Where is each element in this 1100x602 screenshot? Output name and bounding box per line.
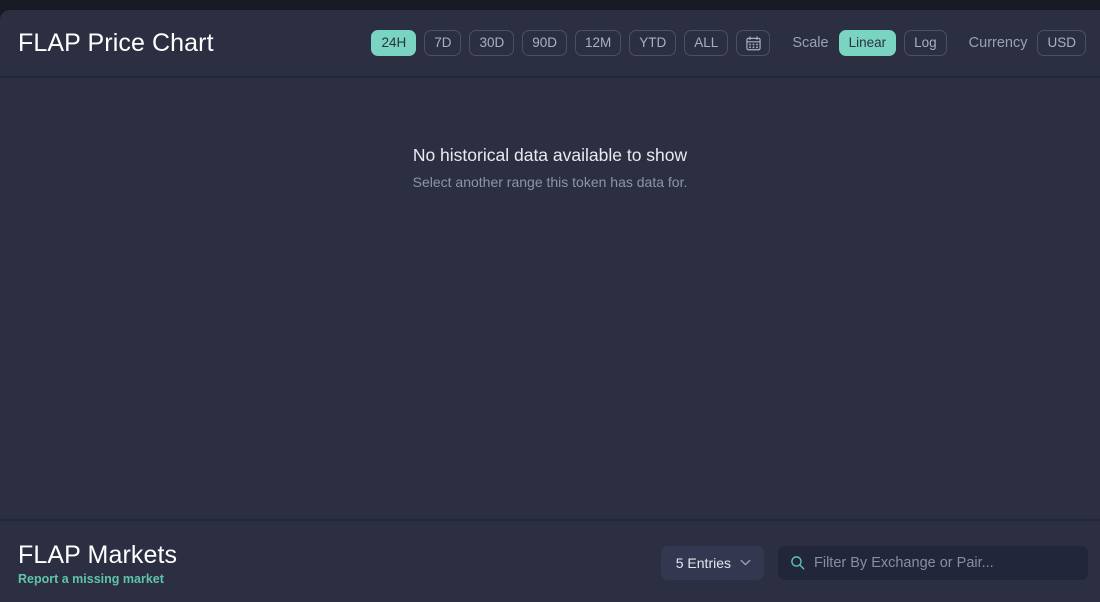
range-button-24h[interactable]: 24H (371, 30, 417, 56)
chart-plot-area: No historical data available to show Sel… (0, 78, 1100, 519)
range-button-90d[interactable]: 90D (522, 30, 568, 56)
scale-label: Scale (792, 35, 829, 51)
range-button-7d[interactable]: 7D (424, 30, 462, 56)
range-selector-group: 24H 7D 30D 90D 12M YTD ALL (371, 30, 771, 56)
currency-button-usd[interactable]: USD (1037, 30, 1086, 56)
range-button-ytd[interactable]: YTD (629, 30, 677, 56)
market-filter-input[interactable] (814, 545, 1076, 580)
range-button-30d[interactable]: 30D (469, 30, 515, 56)
markets-heading-group: FLAP Markets Report a missing market (18, 539, 177, 586)
range-button-12m[interactable]: 12M (575, 30, 622, 56)
empty-state-title: No historical data available to show (412, 145, 688, 165)
entries-select-value: 5 Entries (675, 554, 731, 571)
chevron-down-icon (740, 559, 751, 566)
search-icon (791, 556, 805, 570)
scale-button-linear[interactable]: Linear (838, 30, 897, 56)
market-filter-container (778, 545, 1088, 580)
page-title: FLAP Price Chart (18, 28, 214, 57)
markets-section: FLAP Markets Report a missing market 5 E… (0, 521, 1100, 602)
entries-per-page-select[interactable]: 5 Entries (660, 545, 764, 580)
markets-controls: 5 Entries (660, 545, 1088, 580)
scale-button-log[interactable]: Log (904, 30, 947, 56)
header-controls: 24H 7D 30D 90D 12M YTD ALL Scale Linear … (371, 30, 1086, 56)
report-missing-market-link[interactable]: Report a missing market (18, 572, 177, 586)
date-picker-button[interactable] (736, 30, 771, 56)
empty-state-subtitle: Select another range this token has data… (412, 174, 688, 191)
price-chart-card: FLAP Price Chart 24H 7D 30D 90D 12M YTD … (0, 10, 1100, 602)
range-button-all[interactable]: ALL (684, 30, 729, 56)
currency-label: Currency (968, 35, 1028, 51)
app-root: FLAP Price Chart 24H 7D 30D 90D 12M YTD … (0, 0, 1100, 602)
markets-title: FLAP Markets (18, 541, 178, 569)
empty-state: No historical data available to show Sel… (0, 142, 1100, 193)
currency-control-group: Currency USD (969, 30, 1086, 56)
calendar-icon (746, 35, 761, 50)
scale-control-group: Scale Linear Log (792, 30, 947, 56)
chart-header: FLAP Price Chart 24H 7D 30D 90D 12M YTD … (0, 10, 1100, 76)
